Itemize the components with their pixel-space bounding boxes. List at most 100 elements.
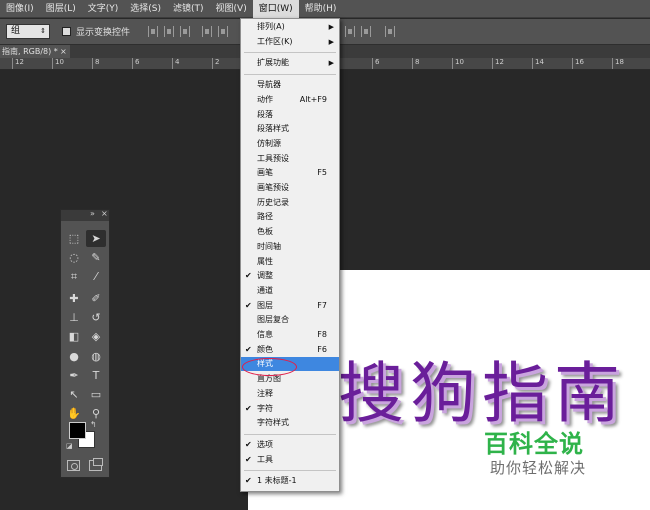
screen-mode-icon[interactable] — [89, 458, 103, 471]
distribute-hcenter-icon[interactable] — [345, 26, 355, 37]
window-menu-item-label: 颜色 — [257, 344, 273, 354]
menu-help[interactable]: 帮助(H) — [299, 0, 343, 18]
ruler-tick: 10 — [452, 58, 464, 69]
tools-panel-header[interactable]: » × — [61, 209, 109, 221]
menu-view[interactable]: 视图(V) — [210, 0, 253, 18]
crop-tool-icon[interactable]: ⌗ — [64, 268, 84, 285]
window-menu-item[interactable]: ✔ 工具 — [241, 453, 339, 467]
marquee-tool-icon[interactable]: ⬚ — [64, 230, 84, 247]
align-top-icon[interactable] — [148, 26, 158, 37]
window-menu-item[interactable]: 信息 F8 — [241, 328, 339, 342]
menu-window[interactable]: 窗口(W) — [252, 0, 299, 18]
brush-tool-icon[interactable]: ✐ — [86, 290, 106, 307]
window-menu-item-label: 画笔 — [257, 168, 273, 178]
window-menu-item-shortcut: Alt+F9 — [299, 94, 327, 104]
window-menu-item[interactable]: ✔ 1 未标题-1 — [241, 474, 339, 488]
window-menu-item-label: 1 未标题-1 — [257, 476, 297, 486]
align-hcenter-icon[interactable] — [218, 26, 228, 37]
blur-tool-icon[interactable]: ● — [64, 348, 84, 365]
window-menu-item-label: 仿制源 — [257, 138, 281, 148]
menu-filter[interactable]: 滤镜(T) — [167, 0, 210, 18]
window-menu-item-label: 路径 — [257, 212, 273, 222]
window-menu-item-label: 通道 — [257, 285, 273, 295]
window-menu-item-label: 动作 — [257, 94, 273, 104]
pen-tool-icon[interactable]: ✒ — [64, 367, 84, 384]
window-menu-item-label: 扩展功能 — [257, 58, 289, 68]
window-menu-item-label: 导航器 — [257, 80, 281, 90]
default-colors-icon[interactable]: ◪ — [66, 442, 73, 450]
history-brush-tool-icon[interactable]: ↺ — [86, 309, 106, 326]
window-menu-item[interactable]: 工具预设 — [241, 152, 339, 166]
window-menu-item[interactable]: 属性 — [241, 255, 339, 269]
close-icon[interactable]: × — [60, 45, 67, 58]
chevron-down-icon: ⇕ — [40, 27, 46, 35]
window-menu-item[interactable]: 段落样式 — [241, 122, 339, 136]
clone-stamp-tool-icon[interactable]: ⊥ — [64, 309, 84, 326]
dodge-tool-icon[interactable]: ◍ — [86, 348, 106, 365]
window-menu-item[interactable]: 工作区(K) ▶ — [241, 35, 339, 49]
watermark-title: 百科全说 — [484, 430, 584, 458]
window-menu-item[interactable]: ✔ 图层 F7 — [241, 299, 339, 313]
menu-select[interactable]: 选择(S) — [124, 0, 167, 18]
menu-image[interactable]: 图像(I) — [0, 0, 40, 18]
window-menu-item[interactable]: 历史记录 — [241, 196, 339, 210]
checkmark-icon: ✔ — [245, 454, 252, 464]
window-menu-item[interactable]: 段落 — [241, 108, 339, 122]
swap-colors-icon[interactable]: ↰ — [90, 420, 97, 429]
window-menu-item[interactable]: 注释 — [241, 387, 339, 401]
window-menu-item[interactable]: 仿制源 — [241, 137, 339, 151]
annotation-highlight-oval — [242, 358, 297, 376]
foreground-color-swatch[interactable] — [69, 422, 86, 439]
type-tool-icon[interactable]: T — [86, 367, 106, 384]
window-menu-item[interactable]: ✔ 选项 — [241, 438, 339, 452]
window-menu-item-label: 段落 — [257, 109, 273, 119]
show-transform-checkbox[interactable] — [62, 27, 71, 36]
window-menu-item[interactable]: 扩展功能 ▶ — [241, 56, 339, 70]
window-menu-item[interactable]: ✔ 调整 — [241, 269, 339, 283]
window-menu-item[interactable]: 字符样式 — [241, 416, 339, 430]
window-menu-item[interactable]: 导航器 — [241, 78, 339, 92]
eyedropper-tool-icon[interactable]: ⁄ — [86, 268, 106, 285]
lasso-tool-icon[interactable]: ◌ — [64, 249, 84, 266]
distribute-right-icon[interactable] — [361, 26, 371, 37]
quick-select-tool-icon[interactable]: ✎ — [86, 249, 106, 266]
window-menu-item-shortcut: F5 — [317, 168, 327, 178]
watermark-subtitle: 助你轻松解决 — [490, 459, 587, 477]
paint-bucket-tool-icon[interactable]: ◈ — [86, 328, 106, 345]
tab-strip — [70, 45, 650, 58]
checkmark-icon: ✔ — [245, 271, 252, 281]
window-menu-item[interactable]: 路径 — [241, 210, 339, 224]
window-menu-item[interactable]: 色板 — [241, 225, 339, 239]
auto-select-dropdown[interactable]: 组 ⇕ — [6, 24, 50, 39]
eraser-tool-icon[interactable]: ◧ — [64, 328, 84, 345]
collapse-icon[interactable]: » — [90, 209, 95, 218]
window-menu-item[interactable]: ✔ 颜色 F6 — [241, 343, 339, 357]
close-icon[interactable]: × — [101, 209, 108, 218]
align-bottom-icon[interactable] — [180, 26, 190, 37]
auto-select-value: 组 — [11, 26, 21, 36]
window-menu-item[interactable]: 画笔 F5 — [241, 166, 339, 180]
menu-type[interactable]: 文字(Y) — [82, 0, 125, 18]
ruler-tick: 10 — [52, 58, 64, 69]
window-menu-item[interactable]: 图层复合 — [241, 313, 339, 327]
window-menu-item[interactable]: 画笔预设 — [241, 181, 339, 195]
window-menu-item[interactable]: 通道 — [241, 284, 339, 298]
healing-brush-tool-icon[interactable]: ✚ — [64, 290, 84, 307]
document-tab-title: 指南, RGB/8) * — [2, 47, 58, 56]
ruler-tick: 14 — [532, 58, 544, 69]
auto-align-icon[interactable] — [385, 26, 395, 37]
rectangle-tool-icon[interactable]: ▭ — [86, 386, 106, 403]
hand-tool-icon[interactable]: ✋ — [64, 405, 84, 422]
window-menu-item-label: 注释 — [257, 388, 273, 398]
window-menu-item[interactable]: 排列(A) ▶ — [241, 20, 339, 34]
align-vcenter-icon[interactable] — [164, 26, 174, 37]
path-select-tool-icon[interactable]: ↖ — [64, 386, 84, 403]
move-tool-icon[interactable]: ➤ — [86, 230, 106, 247]
align-left-icon[interactable] — [202, 26, 212, 37]
menu-layer[interactable]: 图层(L) — [40, 0, 82, 18]
window-menu-item-shortcut: F8 — [317, 330, 327, 339]
window-menu-item[interactable]: 时间轴 — [241, 240, 339, 254]
quick-mask-icon[interactable] — [67, 460, 80, 471]
window-menu-item[interactable]: ✔ 字符 — [241, 402, 339, 416]
window-menu-item[interactable]: 动作 Alt+F9 — [241, 93, 339, 107]
